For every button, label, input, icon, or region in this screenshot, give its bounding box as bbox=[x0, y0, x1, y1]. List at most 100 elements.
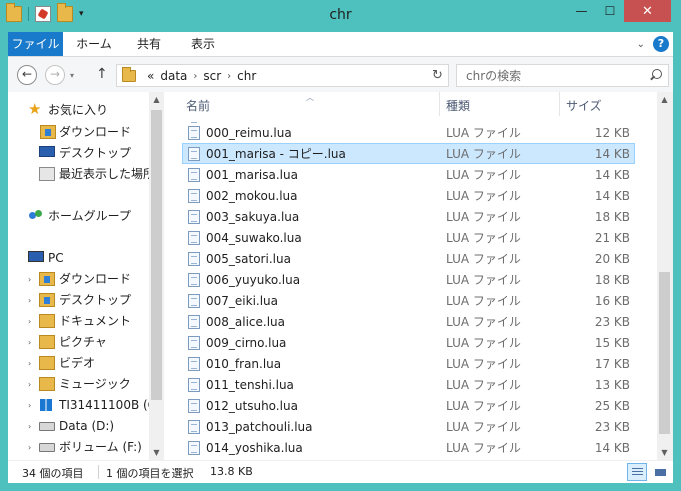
ribbon-expand-icon[interactable]: ⌄ bbox=[637, 39, 645, 50]
lua-file-icon bbox=[188, 210, 200, 224]
column-divider[interactable] bbox=[559, 92, 560, 116]
search-icon[interactable] bbox=[649, 69, 662, 82]
file-row[interactable]: 009_cirno.lua LUA ファイル 15 KB bbox=[182, 332, 635, 353]
file-row[interactable]: 004_suwako.lua LUA ファイル 21 KB bbox=[182, 227, 635, 248]
sort-ascending-icon: ︿ bbox=[306, 93, 314, 102]
videos-icon bbox=[39, 356, 55, 370]
file-row[interactable]: 012_utsuho.lua LUA ファイル 25 KB bbox=[182, 395, 635, 416]
tab-share[interactable]: 共有 bbox=[122, 32, 176, 56]
downloads-icon bbox=[39, 272, 55, 286]
file-row[interactable]: 001_marisa.lua LUA ファイル 14 KB bbox=[182, 164, 635, 185]
pictures-icon bbox=[39, 335, 55, 349]
recent-locations-icon[interactable]: ▾ bbox=[70, 71, 74, 80]
title-bar: ▾ chr — ☐ ✕ bbox=[0, 0, 681, 32]
scroll-down-icon[interactable]: ▼ bbox=[657, 445, 672, 460]
lua-file-icon bbox=[188, 441, 200, 455]
lua-file-icon bbox=[188, 294, 200, 308]
expand-icon[interactable]: › bbox=[28, 290, 31, 311]
music-icon bbox=[39, 377, 55, 391]
selection-count: 1 個の項目を選択 bbox=[106, 467, 194, 480]
forward-button[interactable]: → bbox=[45, 65, 65, 85]
lua-file-icon bbox=[188, 399, 200, 413]
address-row: ← → ▾ ↑ « data › scr › chr ▾ ↻ bbox=[8, 56, 673, 92]
file-row[interactable]: 006_yuyuko.lua LUA ファイル 18 KB bbox=[182, 269, 635, 290]
file-row[interactable]: 013_patchouli.lua LUA ファイル 23 KB bbox=[182, 416, 635, 437]
file-row[interactable]: 008_alice.lua LUA ファイル 23 KB bbox=[182, 311, 635, 332]
desktop-icon bbox=[39, 146, 55, 157]
downloads-icon bbox=[40, 125, 56, 139]
tab-home[interactable]: ホーム bbox=[66, 32, 122, 56]
refresh-button[interactable]: ↻ bbox=[427, 64, 449, 87]
column-headers: ︿ 名前 種類 サイズ bbox=[168, 92, 657, 116]
chevron-right-icon[interactable]: › bbox=[227, 71, 231, 82]
lua-file-icon bbox=[188, 126, 200, 140]
scroll-down-icon[interactable]: ▼ bbox=[149, 445, 164, 460]
windows-drive-icon bbox=[39, 398, 55, 412]
file-row[interactable]: 002_mokou.lua LUA ファイル 14 KB bbox=[182, 185, 635, 206]
large-icons-view-button[interactable] bbox=[650, 463, 670, 481]
star-icon bbox=[28, 99, 44, 120]
breadcrumb-overflow[interactable]: « bbox=[147, 69, 154, 83]
file-rows: 000_reimu.lua LUA ファイル 12 KB 001_marisa … bbox=[168, 120, 657, 460]
file-row-selected[interactable]: 001_marisa - コピー.lua LUA ファイル 14 KB bbox=[182, 143, 635, 164]
file-row[interactable]: 010_fran.lua LUA ファイル 17 KB bbox=[182, 353, 635, 374]
column-header-type[interactable]: 種類 bbox=[446, 97, 470, 114]
file-row[interactable]: 007_eiki.lua LUA ファイル 16 KB bbox=[182, 290, 635, 311]
help-icon[interactable]: ? bbox=[653, 36, 669, 52]
lua-file-icon bbox=[188, 231, 200, 245]
file-row-partial[interactable] bbox=[182, 120, 635, 123]
lua-file-icon bbox=[188, 420, 200, 434]
selection-size: 13.8 KB bbox=[210, 465, 253, 478]
close-button[interactable]: ✕ bbox=[624, 0, 671, 22]
expand-icon[interactable]: › bbox=[28, 332, 31, 353]
scrollbar-thumb[interactable] bbox=[659, 272, 670, 434]
breadcrumb-chr[interactable]: chr bbox=[237, 69, 256, 83]
folder-icon bbox=[122, 67, 136, 82]
documents-icon bbox=[39, 314, 55, 328]
file-row[interactable]: 003_sakuya.lua LUA ファイル 18 KB bbox=[182, 206, 635, 227]
lua-file-icon bbox=[188, 252, 200, 266]
explorer-window: ▾ chr — ☐ ✕ ファイル ホーム 共有 表示 ⌄ ? ← → ▾ ↑ «… bbox=[0, 0, 681, 491]
tab-view[interactable]: 表示 bbox=[176, 32, 230, 56]
scrollbar-thumb[interactable] bbox=[151, 110, 162, 400]
lua-file-icon bbox=[188, 378, 200, 392]
file-row[interactable]: 005_satori.lua LUA ファイル 20 KB bbox=[182, 248, 635, 269]
nav-scrollbar[interactable]: ▲ ▼ bbox=[149, 92, 164, 460]
expand-icon[interactable]: › bbox=[28, 311, 31, 332]
chevron-right-icon[interactable]: › bbox=[193, 71, 197, 82]
expand-icon[interactable]: › bbox=[28, 437, 31, 458]
expand-icon[interactable]: › bbox=[28, 374, 31, 395]
file-row[interactable]: 014_yoshika.lua LUA ファイル 14 KB bbox=[182, 437, 635, 458]
file-row[interactable]: 000_reimu.lua LUA ファイル 12 KB bbox=[182, 122, 635, 143]
search-box[interactable] bbox=[456, 64, 669, 87]
expand-icon[interactable]: › bbox=[28, 416, 31, 437]
up-button[interactable]: ↑ bbox=[96, 66, 108, 82]
column-header-size[interactable]: サイズ bbox=[566, 97, 602, 114]
lua-file-icon bbox=[188, 336, 200, 350]
main-area: お気に入り ダウンロード デスクトップ 最近表示した場所 ホームグループ PC bbox=[8, 92, 673, 460]
breadcrumb: « data › scr › chr bbox=[147, 69, 256, 83]
breadcrumb-scr[interactable]: scr bbox=[203, 69, 221, 83]
status-bar: 34 個の項目 1 個の項目を選択 13.8 KB bbox=[8, 460, 673, 483]
maximize-button[interactable]: ☐ bbox=[596, 0, 624, 22]
expand-icon[interactable]: › bbox=[28, 395, 31, 416]
search-input[interactable] bbox=[466, 68, 636, 83]
expand-icon[interactable]: › bbox=[28, 269, 31, 290]
minimize-button[interactable]: — bbox=[567, 0, 596, 22]
expand-icon[interactable]: › bbox=[28, 353, 31, 374]
file-list-scrollbar[interactable]: ▲ ▼ bbox=[657, 92, 673, 460]
scroll-up-icon[interactable]: ▲ bbox=[149, 92, 164, 107]
pc-icon bbox=[28, 251, 44, 262]
file-row[interactable]: 011_tenshi.lua LUA ファイル 13 KB bbox=[182, 374, 635, 395]
details-view-button[interactable] bbox=[627, 463, 647, 481]
lua-file-icon bbox=[188, 189, 200, 203]
column-divider[interactable] bbox=[439, 92, 440, 116]
address-bar[interactable]: « data › scr › chr ▾ bbox=[116, 64, 449, 87]
scroll-up-icon[interactable]: ▲ bbox=[657, 92, 672, 107]
breadcrumb-data[interactable]: data bbox=[160, 69, 187, 83]
file-list: ︿ 名前 種類 サイズ 000_reimu.lua LUA ファイル 12 KB bbox=[168, 92, 657, 460]
tab-file[interactable]: ファイル bbox=[8, 32, 63, 56]
back-button[interactable]: ← bbox=[17, 65, 37, 85]
drive-icon bbox=[39, 422, 55, 431]
column-header-name[interactable]: 名前 bbox=[186, 97, 210, 114]
